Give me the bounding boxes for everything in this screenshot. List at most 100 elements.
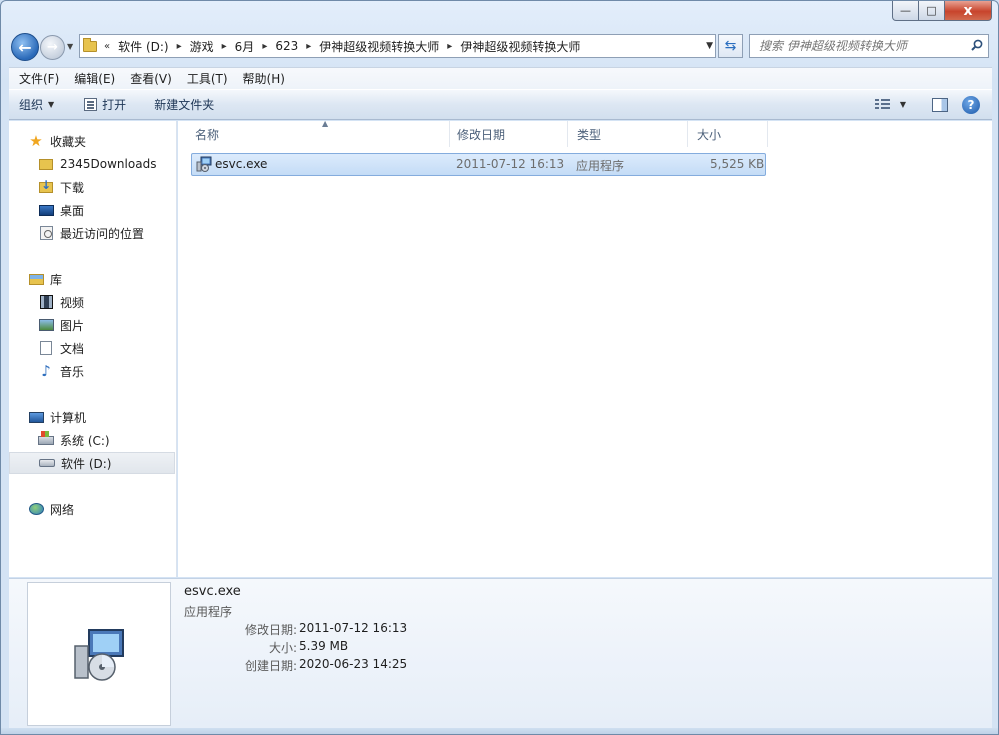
file-list: 名称 ▲ 修改日期 类型 大小 esvc.exe 2011-07-12 16:1… <box>178 119 992 577</box>
forward-button[interactable]: → <box>40 35 65 60</box>
star-icon: ★ <box>29 132 43 150</box>
search-input[interactable] <box>759 39 959 53</box>
downloads-folder-icon <box>38 178 54 195</box>
breadcrumb-june[interactable]: 6月 <box>231 38 259 55</box>
installer-exe-icon <box>196 156 212 172</box>
nav-network[interactable]: 网络 <box>9 498 175 520</box>
change-view-button[interactable] <box>871 90 894 119</box>
details-value: 5.39 MB <box>299 639 349 653</box>
nav-item-documents[interactable]: 文档 <box>9 337 175 359</box>
explorer-window: — □ x ← → ▼ « 软件 (D:) ▸ 游戏 ▸ 6月 ▸ 623 ▸ … <box>0 0 999 735</box>
breadcrumb-separator[interactable]: ▸ <box>443 41 456 52</box>
breadcrumb-separator[interactable]: ▸ <box>302 41 315 52</box>
address-bar[interactable]: « 软件 (D:) ▸ 游戏 ▸ 6月 ▸ 623 ▸ 伊神超级视频转换大师 ▸… <box>79 34 716 58</box>
details-label: 大小: <box>268 641 297 655</box>
menu-view[interactable]: 查看(V) <box>125 70 177 87</box>
menu-bar: 文件(F) 编辑(E) 查看(V) 工具(T) 帮助(H) <box>9 67 992 89</box>
nav-favorites[interactable]: ★ 收藏夹 <box>9 130 175 152</box>
nav-label: 系统 (C:) <box>60 433 110 448</box>
hard-drive-icon <box>39 455 55 471</box>
file-name: esvc.exe <box>215 157 268 171</box>
recent-pages-dropdown[interactable]: ▼ <box>67 42 73 51</box>
details-value: 2011-07-12 16:13 <box>299 621 408 635</box>
more-views-dropdown[interactable]: ▼ <box>894 90 912 119</box>
nav-item-desktop[interactable]: 桌面 <box>9 199 175 221</box>
installer-exe-icon <box>74 629 124 681</box>
command-bar: 组织 ▼ 打开 新建文件夹 ▼ ? <box>9 89 992 120</box>
search-icon[interactable] <box>971 39 983 51</box>
column-header-size[interactable]: 大小 <box>688 121 768 147</box>
menu-file[interactable]: 文件(F) <box>14 70 64 87</box>
details-file-type: 应用程序 <box>184 605 233 619</box>
column-header-modified[interactable]: 修改日期 <box>448 121 568 147</box>
open-button[interactable]: 打开 <box>76 90 134 119</box>
column-label: 类型 <box>577 127 602 142</box>
search-box[interactable] <box>749 34 989 58</box>
breadcrumb-app-folder[interactable]: 伊神超级视频转换大师 <box>315 38 443 55</box>
views-icon <box>874 99 890 110</box>
details-file-name: esvc.exe <box>184 584 241 599</box>
menu-help[interactable]: 帮助(H) <box>238 70 290 87</box>
nav-label: 音乐 <box>60 364 85 379</box>
address-row: ← → ▼ « 软件 (D:) ▸ 游戏 ▸ 6月 ▸ 623 ▸ 伊神超级视频… <box>1 29 998 65</box>
details-created-row: 创建日期: 2020-06-23 14:25 <box>184 657 484 675</box>
close-button[interactable]: x <box>945 1 992 21</box>
nav-label: 网络 <box>50 502 75 517</box>
breadcrumb-drive[interactable]: 软件 (D:) <box>114 38 172 55</box>
nav-item-pictures[interactable]: 图片 <box>9 314 175 336</box>
nav-item-music[interactable]: ♪ 音乐 <box>9 360 175 382</box>
nav-item-recent-places[interactable]: 最近访问的位置 <box>9 222 175 244</box>
open-label: 打开 <box>102 98 127 112</box>
column-header-type[interactable]: 类型 <box>568 121 688 147</box>
preview-pane-icon[interactable] <box>932 97 948 112</box>
menu-edit[interactable]: 编辑(E) <box>69 70 120 87</box>
window-bottom-border <box>1 728 998 734</box>
nav-item-downloads[interactable]: 下载 <box>9 176 175 198</box>
breadcrumb-games[interactable]: 游戏 <box>186 38 218 55</box>
nav-item-drive-c[interactable]: 系统 (C:) <box>9 429 175 451</box>
overflow-chevron[interactable]: « <box>100 41 114 52</box>
forward-arrow-icon: → <box>47 40 58 55</box>
nav-item-videos[interactable]: 视频 <box>9 291 175 313</box>
desktop-icon <box>38 202 54 218</box>
breadcrumb-current-folder[interactable]: 伊神超级视频转换大师 <box>456 38 584 55</box>
breadcrumb-separator[interactable]: ▸ <box>218 41 231 52</box>
maximize-button[interactable]: □ <box>919 1 945 21</box>
column-header-name[interactable]: 名称 ▲ <box>186 119 450 147</box>
menu-tools[interactable]: 工具(T) <box>182 70 233 87</box>
details-size-row: 大小: 5.39 MB <box>184 639 484 657</box>
nav-computer[interactable]: 计算机 <box>9 406 175 428</box>
breadcrumb-separator[interactable]: ▸ <box>173 41 186 52</box>
view-controls: ▼ ? <box>871 90 992 119</box>
nav-item-2345downloads[interactable]: 2345Downloads <box>9 153 175 175</box>
details-label: 修改日期: <box>244 623 297 637</box>
column-headers: 名称 ▲ 修改日期 类型 大小 <box>178 119 778 147</box>
nav-label: 图片 <box>60 318 85 333</box>
nav-label: 软件 (D:) <box>61 456 112 471</box>
nav-libraries[interactable]: 库 <box>9 268 175 290</box>
refresh-icon: ⇆ <box>724 38 737 54</box>
breadcrumb-623[interactable]: 623 <box>271 39 302 53</box>
refresh-button[interactable]: ⇆ <box>718 34 743 58</box>
network-icon <box>28 501 44 517</box>
folder-icon <box>38 156 54 172</box>
details-value: 2020-06-23 14:25 <box>299 657 408 671</box>
computer-icon <box>28 409 44 425</box>
organize-button[interactable]: 组织 ▼ <box>9 90 62 119</box>
minimize-button[interactable]: — <box>892 1 919 21</box>
organize-label: 组织 <box>19 98 44 112</box>
back-button[interactable]: ← <box>11 33 39 61</box>
thumbnail-frame <box>27 582 171 726</box>
help-icon[interactable]: ? <box>962 95 980 114</box>
nav-label: 计算机 <box>50 410 87 425</box>
music-note-icon: ♪ <box>41 362 51 380</box>
breadcrumb-separator[interactable]: ▸ <box>258 41 271 52</box>
new-folder-button[interactable]: 新建文件夹 <box>146 90 222 119</box>
address-history-dropdown[interactable]: ▼ <box>706 41 713 51</box>
file-size: 5,525 KB <box>710 157 765 171</box>
column-label: 大小 <box>697 127 722 142</box>
file-row-selected[interactable]: esvc.exe 2011-07-12 16:13 应用程序 5,525 KB <box>191 153 766 176</box>
nav-item-drive-d[interactable]: 软件 (D:) <box>9 452 175 474</box>
libraries-icon <box>28 271 44 287</box>
open-icon <box>84 98 98 111</box>
